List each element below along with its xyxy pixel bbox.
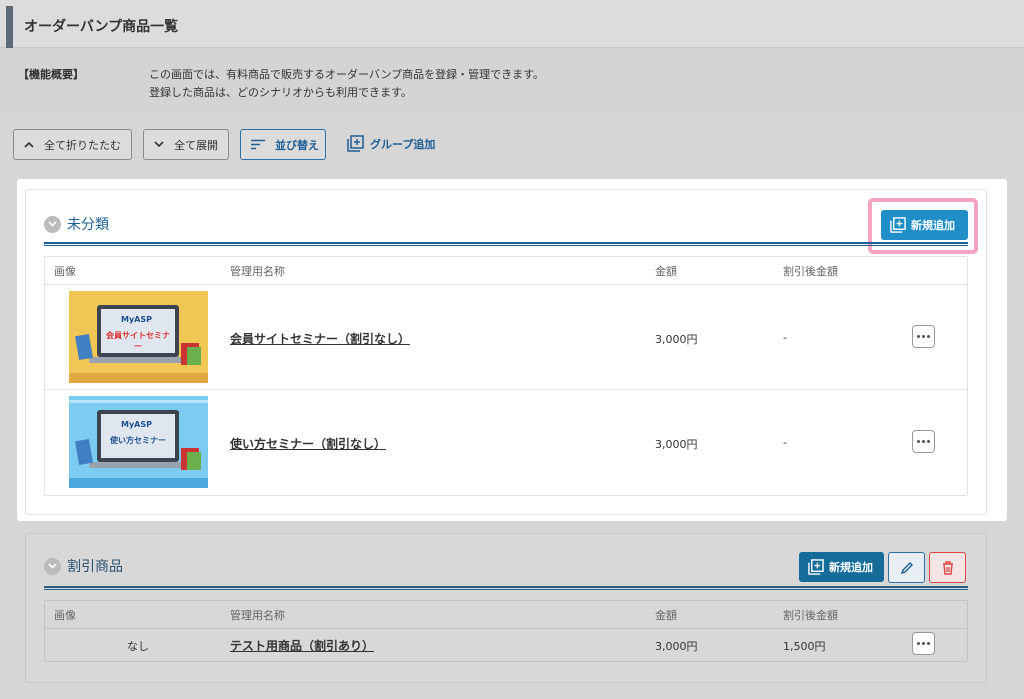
- new-item-button[interactable]: 新規追加: [799, 552, 884, 582]
- chevron-down-icon: [154, 141, 164, 148]
- group-header[interactable]: 割引商品: [44, 556, 123, 576]
- expand-all-button[interactable]: 全て展開: [143, 129, 229, 160]
- product-name-link[interactable]: テスト用商品（割引あり）: [230, 637, 374, 654]
- more-options-button[interactable]: [912, 632, 935, 655]
- col-name: 管理用名称: [230, 265, 285, 278]
- group-panel-discount: 割引商品 新規追加 画像 管理用名称 金額 割引後金額 なし テスト用商品（割引…: [25, 533, 987, 683]
- overview-line-1: この画面では、有料商品で販売するオーダーバンプ商品を登録・管理できます。: [149, 68, 545, 81]
- pencil-icon: [900, 561, 913, 574]
- group-panel-uncategorized: 未分類 新規追加 画像 管理用名称 金額 割引後金額 MyASP 会員サイトセミ…: [25, 189, 987, 515]
- chevron-up-icon: [24, 141, 34, 148]
- col-price: 金額: [655, 265, 677, 278]
- items-table: 画像 管理用名称 金額 割引後金額 MyASP 会員サイトセミナー 会員サイトセ: [44, 256, 968, 496]
- new-item-label: 新規追加: [911, 219, 955, 232]
- table-row: MyASP 使い方セミナー 使い方セミナー（割引なし） 3,000円 -: [45, 390, 967, 495]
- table-header: 画像 管理用名称 金額 割引後金額: [45, 601, 967, 629]
- trash-icon: [942, 560, 953, 575]
- col-image: 画像: [54, 609, 76, 622]
- group-title: 割引商品: [67, 559, 123, 575]
- product-thumbnail: MyASP 会員サイトセミナー: [69, 291, 208, 383]
- header-accent-bar: [6, 6, 13, 48]
- table-row: なし テスト用商品（割引あり） 3,000円 1,500円: [45, 629, 967, 661]
- add-box-icon: [347, 135, 364, 152]
- col-price: 金額: [655, 609, 677, 622]
- add-group-label: グループ追加: [370, 137, 436, 151]
- col-image: 画像: [54, 265, 76, 278]
- add-group-link[interactable]: グループ追加: [347, 135, 435, 152]
- page-header: オーダーバンプ商品一覧: [0, 0, 1024, 48]
- sort-button[interactable]: 並び替え: [240, 129, 326, 160]
- collapse-all-button[interactable]: 全て折りたたむ: [13, 129, 132, 160]
- expand-all-label: 全て展開: [174, 138, 218, 152]
- overview-label: 【機能概要】: [18, 68, 84, 81]
- discount-price-value: 1,500円: [783, 640, 826, 653]
- more-options-button[interactable]: [912, 325, 935, 348]
- no-image-text: なし: [127, 640, 149, 653]
- sort-label: 並び替え: [275, 138, 319, 152]
- col-discount-price: 割引後金額: [783, 609, 838, 622]
- price-value: 3,000円: [655, 438, 698, 451]
- delete-group-button[interactable]: [929, 552, 966, 583]
- more-options-button[interactable]: [912, 430, 935, 453]
- add-box-icon: [808, 559, 824, 575]
- new-item-label: 新規追加: [829, 561, 873, 574]
- product-name-link[interactable]: 会員サイトセミナー（割引なし）: [230, 330, 410, 347]
- overview-section: 【機能概要】 この画面では、有料商品で販売するオーダーバンプ商品を登録・管理でき…: [0, 49, 1024, 117]
- edit-group-button[interactable]: [888, 552, 925, 583]
- product-name-link[interactable]: 使い方セミナー（割引なし）: [230, 435, 386, 452]
- group-divider: [44, 586, 968, 590]
- collapse-all-label: 全て折りたたむ: [44, 138, 121, 152]
- col-name: 管理用名称: [230, 609, 285, 622]
- add-box-icon: [890, 217, 906, 233]
- sort-icon: [251, 139, 265, 150]
- discount-price-value: -: [783, 436, 787, 449]
- chevron-down-icon[interactable]: [44, 557, 61, 575]
- thumbnail-caption: 会員サイトセミナー: [106, 331, 170, 351]
- group-header[interactable]: 未分類: [44, 214, 109, 234]
- discount-price-value: -: [783, 331, 787, 344]
- group-divider: [44, 242, 968, 246]
- thumbnail-brand: MyASP: [121, 315, 152, 324]
- chevron-down-icon[interactable]: [44, 215, 61, 233]
- thumbnail-caption: 使い方セミナー: [110, 436, 166, 445]
- group-title: 未分類: [67, 217, 109, 233]
- thumbnail-brand: MyASP: [121, 420, 152, 429]
- page-title: オーダーバンプ商品一覧: [24, 19, 179, 35]
- overview-text: この画面では、有料商品で販売するオーダーバンプ商品を登録・管理できます。 登録し…: [149, 66, 544, 102]
- price-value: 3,000円: [655, 640, 698, 653]
- table-header: 画像 管理用名称 金額 割引後金額: [45, 257, 967, 285]
- product-thumbnail: MyASP 使い方セミナー: [69, 396, 208, 488]
- price-value: 3,000円: [655, 333, 698, 346]
- items-table: 画像 管理用名称 金額 割引後金額 なし テスト用商品（割引あり） 3,000円…: [44, 600, 968, 662]
- overview-line-2: 登録した商品は、どのシナリオからも利用できます。: [149, 86, 412, 99]
- table-row: MyASP 会員サイトセミナー 会員サイトセミナー（割引なし） 3,000円 -: [45, 285, 967, 390]
- col-discount-price: 割引後金額: [783, 265, 838, 278]
- new-item-button[interactable]: 新規追加: [881, 210, 968, 240]
